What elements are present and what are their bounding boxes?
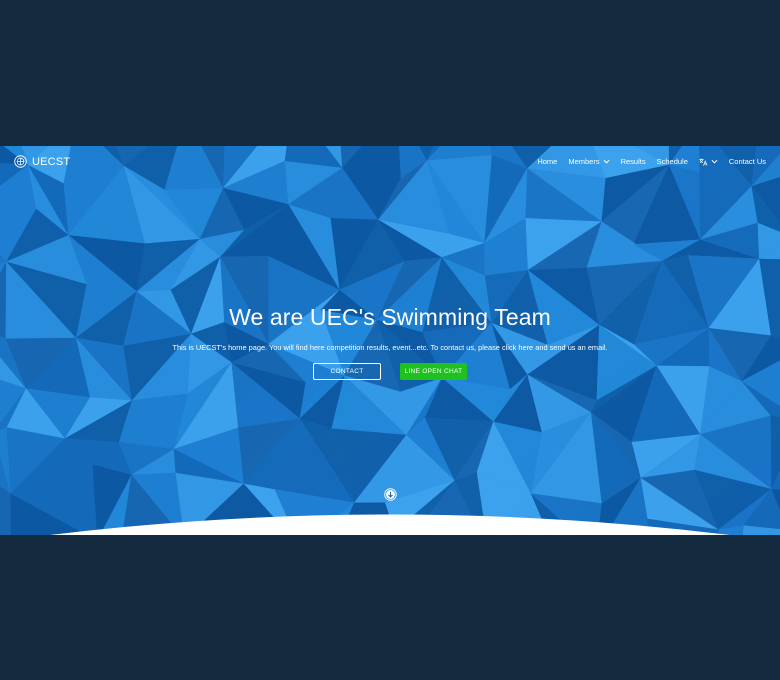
chevron-down-icon xyxy=(711,159,718,164)
nav-menu: Home Members Results Schedule Contact Us xyxy=(537,157,766,166)
translate-icon xyxy=(699,157,708,166)
low-poly-background xyxy=(0,146,780,535)
hero-bottom-curve xyxy=(50,514,730,535)
nav-item-schedule[interactable]: Schedule xyxy=(657,157,688,166)
nav-item-results[interactable]: Results xyxy=(621,157,646,166)
hero-section: UECST Home Members Results Schedule Cont… xyxy=(0,146,780,535)
brand-name: UECST xyxy=(32,155,71,168)
top-navbar: UECST Home Members Results Schedule Cont… xyxy=(0,146,780,180)
contact-button[interactable]: CONTACT xyxy=(313,363,381,380)
nav-item-home[interactable]: Home xyxy=(537,157,557,166)
brand[interactable]: UECST xyxy=(14,155,70,168)
hero-subtitle: This is UECST's home page. You will find… xyxy=(172,343,608,352)
line-open-chat-button[interactable]: LINE OPEN CHAT xyxy=(400,363,467,380)
nav-item-label: Results xyxy=(620,157,646,166)
nav-item-label: Schedule xyxy=(656,157,688,166)
arrow-down-circle-icon[interactable] xyxy=(384,488,397,501)
nav-item-label: Contact Us xyxy=(728,157,766,166)
nav-item-members[interactable]: Members xyxy=(568,157,610,166)
nav-item-label: Home xyxy=(537,157,558,166)
crest-icon xyxy=(14,155,27,168)
hero-title: We are UEC's Swimming Team xyxy=(229,304,551,330)
chevron-down-icon xyxy=(603,159,610,164)
nav-item-label: Members xyxy=(568,157,600,166)
nav-item-language[interactable] xyxy=(699,157,718,166)
nav-item-contact-us[interactable]: Contact Us xyxy=(729,157,766,166)
